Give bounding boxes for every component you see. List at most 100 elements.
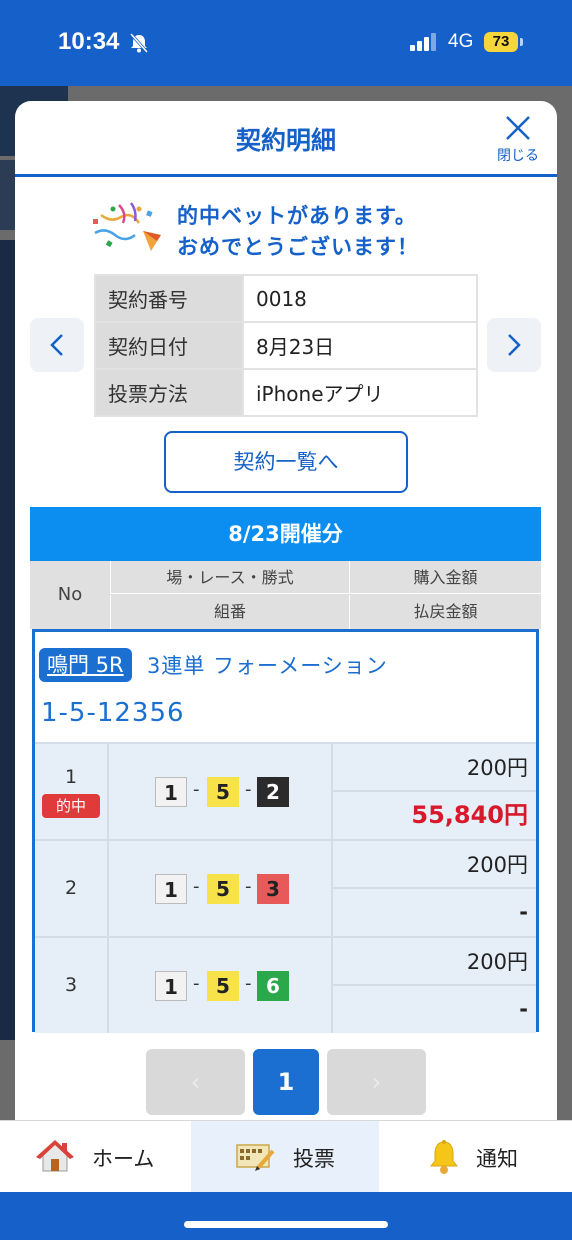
nav-vote-label: 投票 bbox=[293, 1147, 335, 1171]
bottom-navigation: ホーム 投票 通知 bbox=[0, 1120, 572, 1193]
column-purchase: 購入金額 bbox=[349, 561, 541, 594]
boat-number-3: 3 bbox=[257, 874, 289, 904]
column-race: 場・レース・勝式 bbox=[110, 561, 349, 594]
info-value: iPhoneアプリ bbox=[242, 368, 478, 417]
pagination: ‹ 1 › bbox=[15, 1049, 557, 1115]
page-current-button[interactable]: 1 bbox=[253, 1049, 319, 1115]
signal-icon bbox=[410, 33, 436, 51]
bet-detail: 鳴門 5R 3連単 フォーメーション 1-5-12356 1 的中 1 - 5 … bbox=[32, 629, 539, 1033]
info-row: 投票方法 iPhoneアプリ bbox=[94, 368, 478, 417]
background-strip bbox=[0, 240, 15, 1040]
separator: - bbox=[193, 973, 200, 994]
info-row: 契約番号 0018 bbox=[94, 274, 478, 323]
boat-number-1: 1 bbox=[155, 971, 187, 1001]
modal-header: 契約明細 閉じる bbox=[15, 101, 557, 177]
purchase-amount: 200円 bbox=[333, 938, 536, 986]
payout-amount: - bbox=[519, 900, 528, 924]
home-icon bbox=[36, 1140, 74, 1172]
battery-level: 73 bbox=[484, 32, 518, 52]
info-value: 8月23日 bbox=[242, 321, 478, 370]
row-no-cell: 2 bbox=[35, 841, 109, 936]
amount-cell: 200円 55,840円 bbox=[333, 744, 536, 839]
payout-amount: - bbox=[519, 997, 528, 1021]
contract-list-button[interactable]: 契約一覧へ bbox=[164, 431, 408, 493]
nav-home-label: ホーム bbox=[92, 1147, 155, 1171]
column-payout: 払戻金額 bbox=[349, 595, 541, 629]
battery-tip bbox=[520, 38, 523, 46]
info-value: 0018 bbox=[242, 274, 478, 323]
status-bar: 10:34 4G 73 bbox=[0, 0, 572, 86]
separator: - bbox=[245, 779, 252, 800]
bet-type: 3連単 フォーメーション bbox=[147, 654, 388, 678]
boat-number-1: 1 bbox=[155, 874, 187, 904]
chevron-right-icon bbox=[508, 334, 521, 356]
bet-rows: 1 的中 1 - 5 - 2 200円 55,840円 2 1 - 5 - 3 … bbox=[35, 742, 536, 1033]
congrats-line2: おめでとうございます！ bbox=[177, 235, 419, 259]
status-time: 10:34 bbox=[58, 28, 120, 55]
combo-cell: 1 - 5 - 2 bbox=[109, 744, 333, 839]
info-key: 契約日付 bbox=[94, 321, 244, 370]
page-next-button[interactable]: › bbox=[327, 1049, 426, 1115]
race-label: 鳴門 5R bbox=[47, 653, 124, 677]
modal-title: 契約明細 bbox=[235, 126, 336, 155]
ticket-pen-icon bbox=[236, 1144, 275, 1171]
next-contract-button[interactable] bbox=[487, 318, 541, 372]
race-link[interactable]: 鳴門 5R bbox=[39, 648, 132, 682]
party-popper-icon bbox=[93, 202, 161, 251]
separator: - bbox=[193, 876, 200, 897]
payout-amount: 55,840円 bbox=[411, 801, 528, 829]
congrats-line1: 的中ベットがあります。 bbox=[177, 204, 417, 228]
info-key: 契約番号 bbox=[94, 274, 244, 323]
boat-number-3: 2 bbox=[257, 777, 289, 807]
purchase-amount: 200円 bbox=[333, 744, 536, 792]
boat-number-2: 5 bbox=[207, 971, 239, 1001]
info-row: 契約日付 8月23日 bbox=[94, 321, 478, 370]
row-no-cell: 1 的中 bbox=[35, 744, 109, 839]
date-header: 8/23開催分 bbox=[30, 507, 541, 561]
row-number: 3 bbox=[64, 974, 78, 996]
boat-number-3: 6 bbox=[257, 971, 289, 1001]
table-row: 3 1 - 5 - 6 200円 - bbox=[35, 936, 536, 1033]
boat-number-2: 5 bbox=[207, 777, 239, 807]
page-prev-button[interactable]: ‹ bbox=[146, 1049, 245, 1115]
info-key: 投票方法 bbox=[94, 368, 244, 417]
nav-home[interactable]: ホーム bbox=[0, 1121, 190, 1193]
combo-cell: 1 - 5 - 3 bbox=[109, 841, 333, 936]
column-no: No bbox=[57, 584, 83, 605]
row-number: 2 bbox=[64, 877, 78, 899]
close-icon bbox=[506, 116, 530, 140]
column-combo: 組番 bbox=[110, 595, 349, 629]
congrats-text: 的中ベットがあります。 おめでとうございます！ bbox=[177, 201, 419, 263]
contract-info-table: 契約番号 0018 契約日付 8月23日 投票方法 iPhoneアプリ bbox=[94, 274, 478, 417]
row-number: 1 bbox=[64, 766, 78, 788]
network-type: 4G bbox=[448, 31, 474, 52]
separator: - bbox=[193, 779, 200, 800]
prev-contract-button[interactable] bbox=[30, 318, 84, 372]
purchase-amount: 200円 bbox=[333, 841, 536, 889]
table-row: 2 1 - 5 - 3 200円 - bbox=[35, 839, 536, 936]
nav-vote[interactable]: 投票 bbox=[191, 1121, 379, 1193]
hit-badge: 的中 bbox=[42, 794, 100, 818]
amount-cell: 200円 - bbox=[333, 841, 536, 936]
separator: - bbox=[245, 973, 252, 994]
nav-notify-label: 通知 bbox=[476, 1147, 518, 1171]
table-row: 1 的中 1 - 5 - 2 200円 55,840円 bbox=[35, 742, 536, 839]
home-indicator[interactable] bbox=[184, 1221, 388, 1228]
home-bar-area bbox=[0, 1192, 572, 1240]
combo-cell: 1 - 5 - 6 bbox=[109, 938, 333, 1033]
background-strip bbox=[0, 160, 15, 230]
bet-combination: 1-5-12356 bbox=[41, 698, 185, 728]
boat-number-1: 1 bbox=[155, 777, 187, 807]
close-label: 閉じる bbox=[497, 148, 539, 164]
separator: - bbox=[245, 876, 252, 897]
bell-icon bbox=[429, 1140, 459, 1174]
close-button[interactable]: 閉じる bbox=[493, 113, 543, 169]
boat-number-2: 5 bbox=[207, 874, 239, 904]
congrats-message: 的中ベットがあります。 おめでとうございます！ bbox=[91, 201, 511, 261]
chevron-left-icon bbox=[50, 334, 63, 356]
nav-notify[interactable]: 通知 bbox=[380, 1121, 572, 1193]
column-header: No 場・レース・勝式 購入金額 組番 払戻金額 bbox=[30, 561, 541, 629]
row-no-cell: 3 bbox=[35, 938, 109, 1033]
contract-detail-modal: 契約明細 閉じる 的中ベットがあります。 おめでとうございます！ 契約番号 00… bbox=[15, 101, 557, 1131]
amount-cell: 200円 - bbox=[333, 938, 536, 1033]
